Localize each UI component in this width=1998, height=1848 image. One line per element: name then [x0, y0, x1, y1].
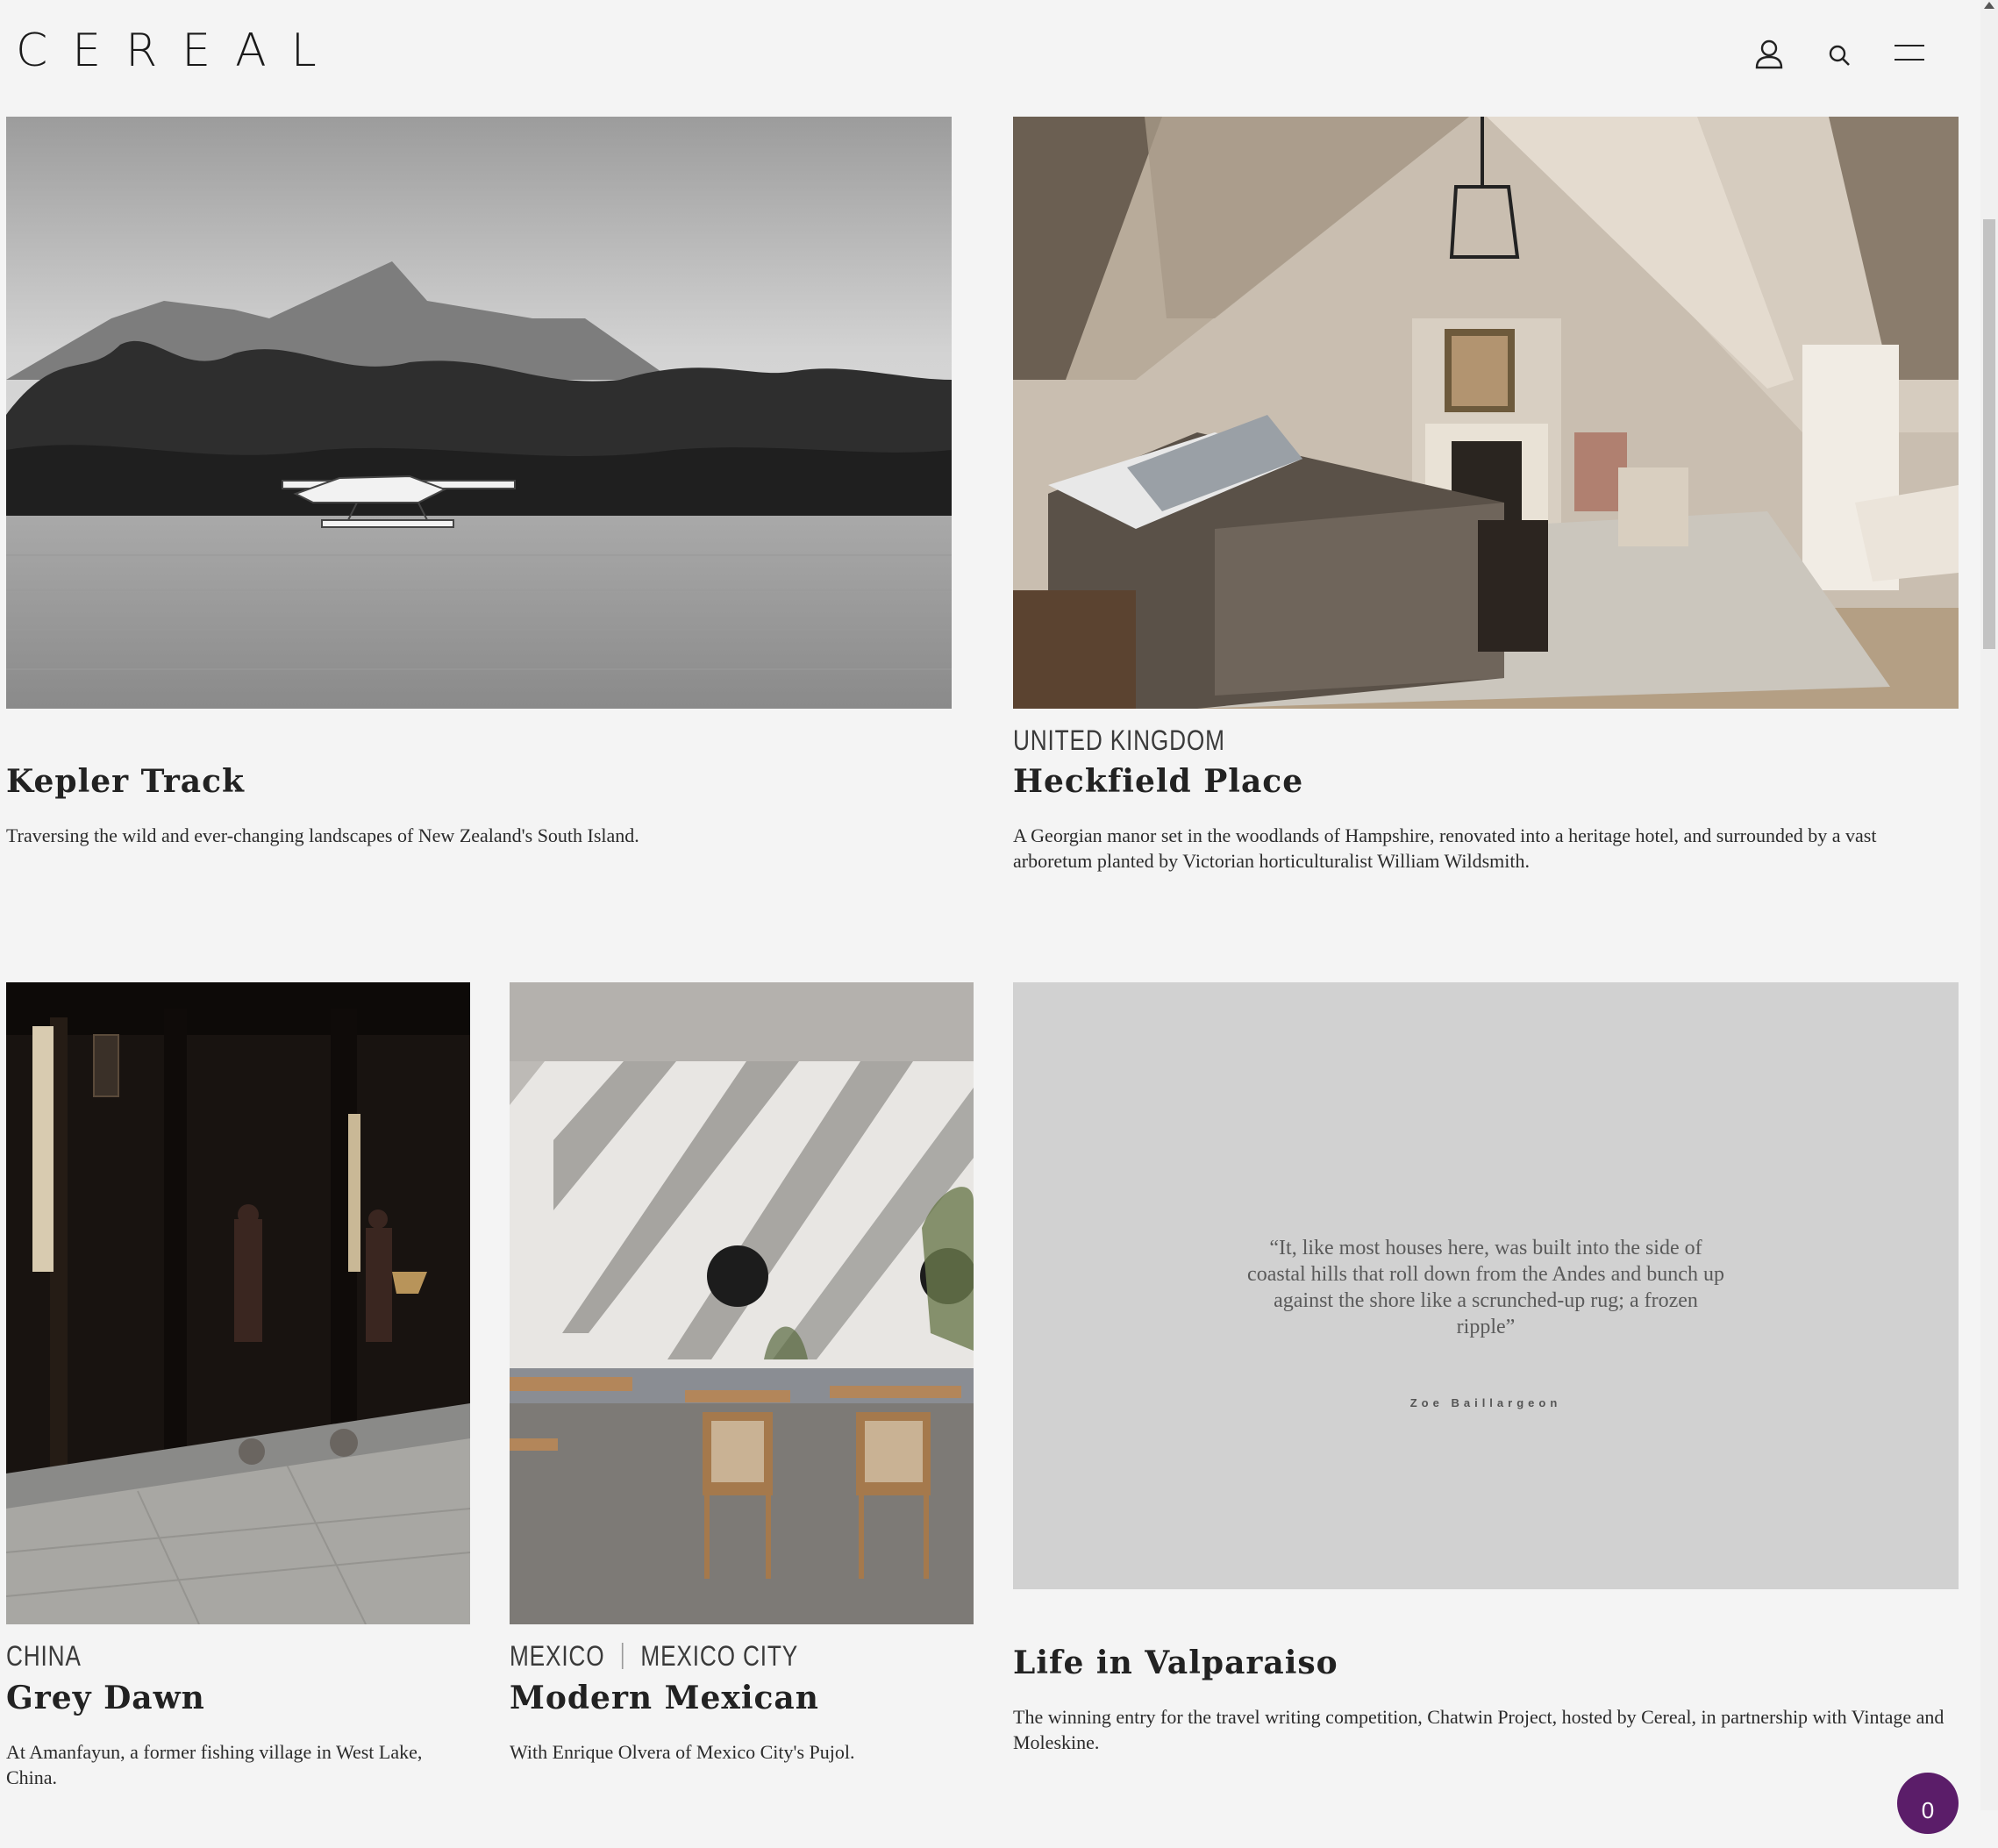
card-title[interactable]: Modern Mexican	[510, 1680, 819, 1716]
quote-panel[interactable]: “It, like most houses here, was built in…	[1013, 982, 1959, 1589]
site-header: CEREAL	[0, 0, 1980, 110]
category-city[interactable]: MEXICO CITY	[640, 1640, 798, 1672]
menu-icon[interactable]	[1893, 37, 1926, 72]
category-country[interactable]: MEXICO	[510, 1640, 604, 1672]
card-category[interactable]: UNITED KINGDOM	[1013, 724, 1225, 757]
card-description: A Georgian manor set in the woodlands of…	[1013, 824, 1877, 872]
card-description: With Enrique Olvera of Mexico City's Puj…	[510, 1741, 855, 1763]
card-title[interactable]: Heckfield Place	[1013, 763, 1303, 800]
card-category[interactable]: CHINA	[6, 1640, 82, 1673]
attic-bedroom-image[interactable]	[1013, 117, 1959, 709]
restaurant-courtyard-image[interactable]	[510, 982, 974, 1624]
card-category[interactable]: MEXICO MEXICO CITY	[510, 1640, 798, 1673]
card-title[interactable]: Kepler Track	[6, 763, 245, 800]
vertical-scrollbar[interactable]	[1980, 0, 1998, 1810]
user-icon[interactable]	[1752, 37, 1787, 72]
lake-seaplane-image[interactable]	[6, 117, 952, 709]
temple-walkway-image[interactable]	[6, 982, 470, 1624]
search-icon[interactable]	[1823, 37, 1858, 72]
card-description: Traversing the wild and ever-changing la…	[6, 824, 639, 846]
chat-badge[interactable]: 0	[1897, 1773, 1959, 1834]
pull-quote: “It, like most houses here, was built in…	[1247, 1237, 1724, 1338]
card-description: The winning entry for the travel writing…	[1013, 1706, 1944, 1753]
scroll-up-arrow-icon[interactable]	[1984, 2, 1994, 9]
card-title[interactable]: Life in Valparaiso	[1013, 1645, 1338, 1681]
quote-author: Zoe Baillargeon	[1409, 1396, 1562, 1409]
card-description: At Amanfayun, a former fishing village i…	[6, 1741, 423, 1788]
card-title[interactable]: Grey Dawn	[6, 1680, 205, 1716]
scrollbar-thumb[interactable]	[1983, 219, 1995, 649]
site-logo[interactable]: CEREAL	[16, 25, 341, 77]
category-separator	[622, 1643, 624, 1669]
